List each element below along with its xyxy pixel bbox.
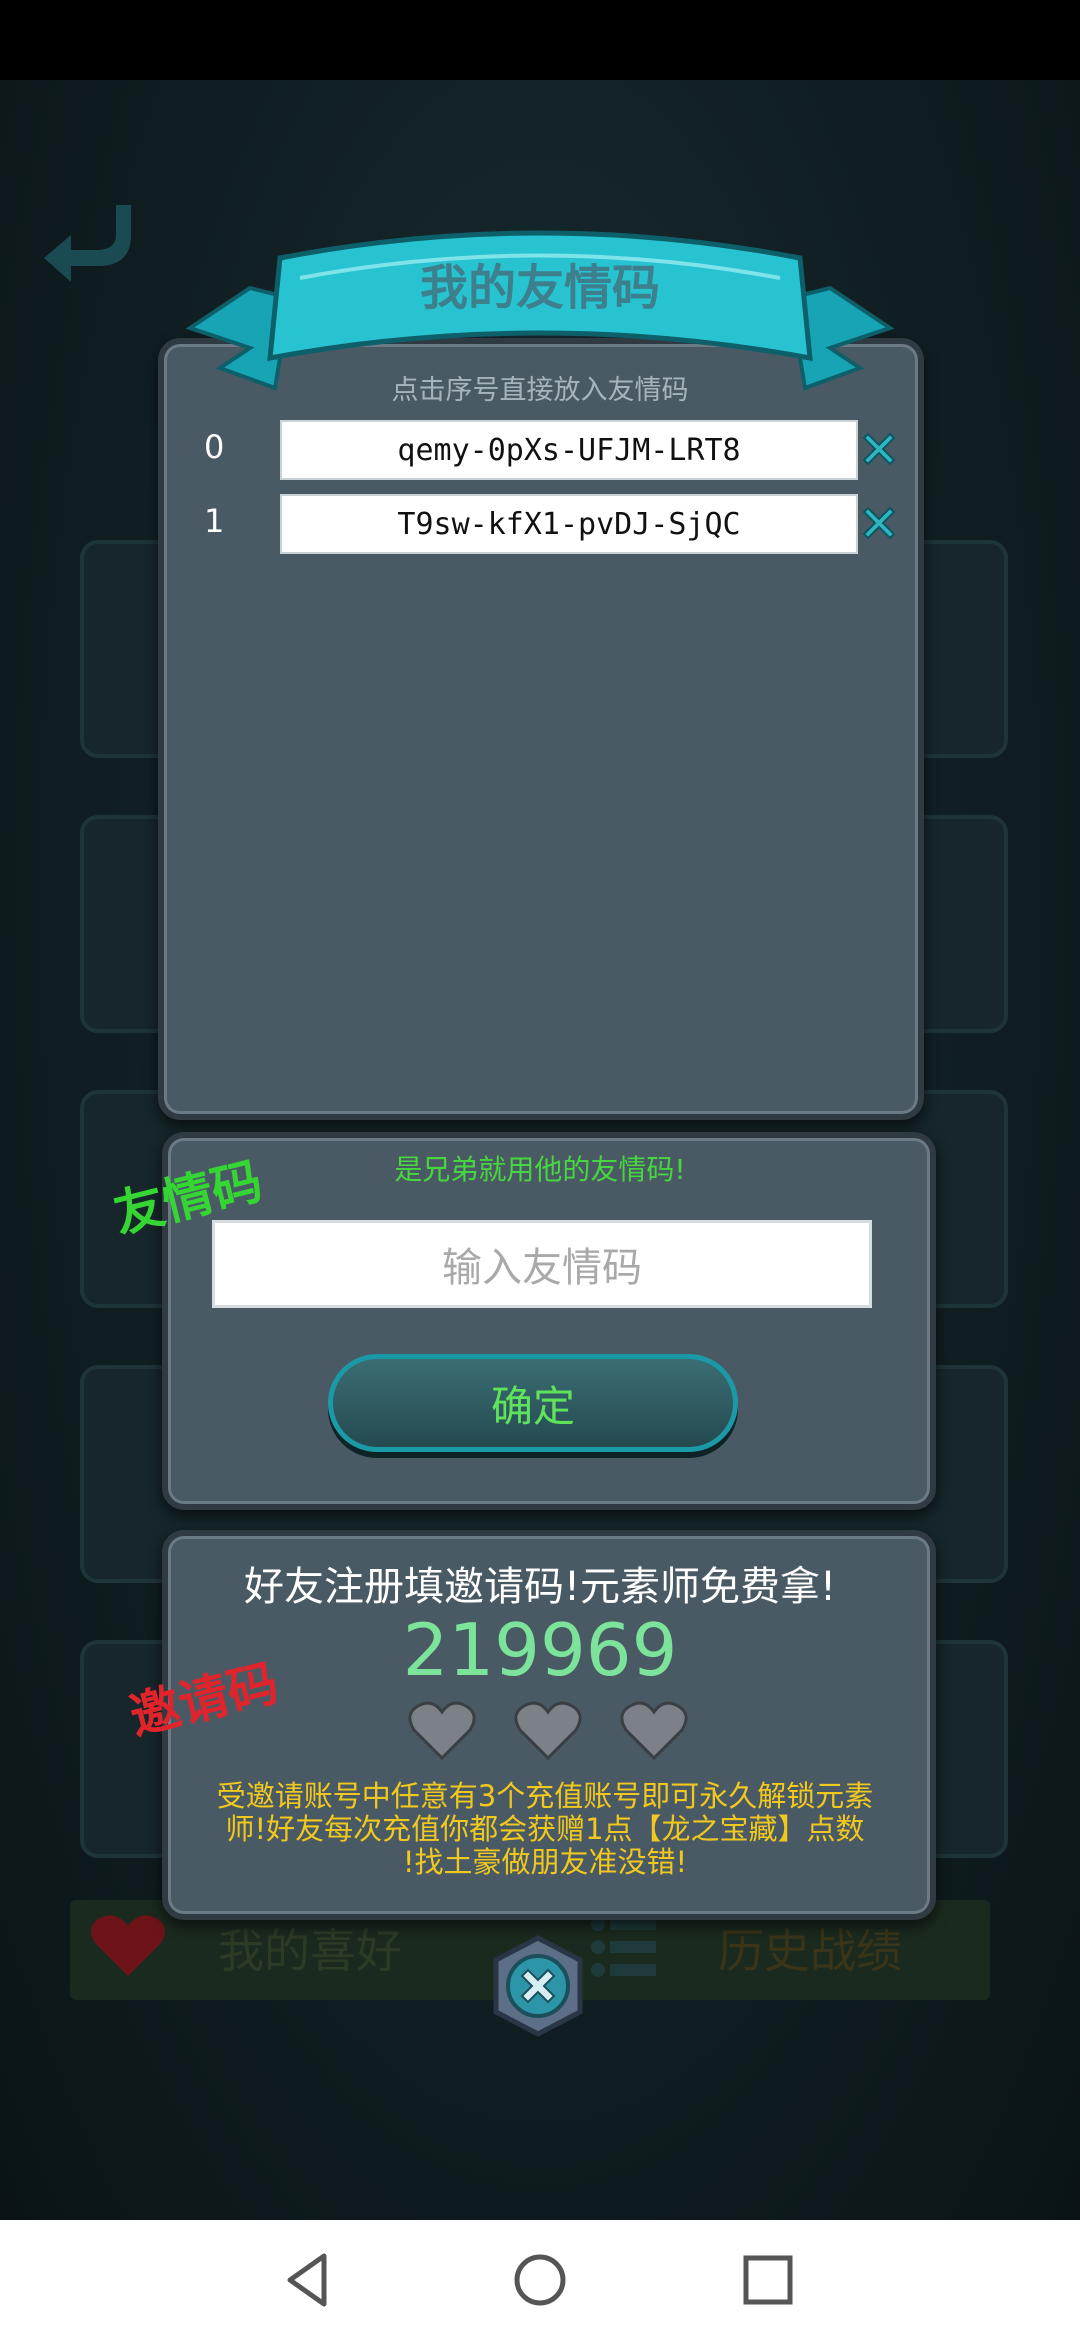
invite-code: 219969 [402,1608,678,1692]
friend-code-input-panel [162,1132,936,1510]
delete-x-icon[interactable] [860,504,898,542]
code-index[interactable]: 1 [204,502,224,540]
nav-back-icon[interactable] [274,2246,342,2314]
navigation-bar [0,2220,1080,2340]
code-index[interactable]: 0 [204,428,224,466]
favorites-label[interactable]: 我的喜好 [218,1915,402,1981]
dialog-title: 我的友情码 [419,260,660,316]
code-value: qemy-0pXs-UFJM-LRT8 [280,420,858,480]
friend-code-hint: 是兄弟就用他的友情码! [394,1153,686,1186]
friend-code-input[interactable]: 输入友情码 [212,1220,872,1308]
close-x-icon[interactable] [486,1934,590,2038]
nav-home-icon[interactable] [506,2246,574,2314]
nav-recent-icon[interactable] [734,2246,802,2314]
status-bar [0,0,1080,80]
list-icon [591,1917,656,1977]
heart-icon [90,1915,166,1976]
code-row: 0 qemy-0pXs-UFJM-LRT8 [0,420,1080,480]
invite-description-line: !找土豪做朋友准没错! [402,1845,688,1879]
delete-x-icon[interactable] [860,430,898,468]
history-label[interactable]: 历史战绩 [718,1915,902,1981]
confirm-button[interactable]: 确定 [328,1354,738,1452]
invite-description: 受邀请账号中任意有3个充值账号即可永久解锁元素 师!好友每次充值你都会获赠1点【… [190,1780,900,1879]
invite-description-line: 师!好友每次充值你都会获赠1点【龙之宝藏】点数 [225,1812,865,1846]
codes-hint: 点击序号直接放入友情码 [391,375,689,406]
heart-icon [620,1701,688,1761]
invite-title: 好友注册填邀请码!元素师免费拿! [243,1564,837,1610]
heart-icon [514,1701,582,1761]
code-row: 1 T9sw-kfX1-pvDJ-SjQC [0,494,1080,554]
code-value: T9sw-kfX1-pvDJ-SjQC [280,494,858,554]
invite-description-line: 受邀请账号中任意有3个充值账号即可永久解锁元素 [216,1779,874,1813]
heart-icon [408,1701,476,1761]
